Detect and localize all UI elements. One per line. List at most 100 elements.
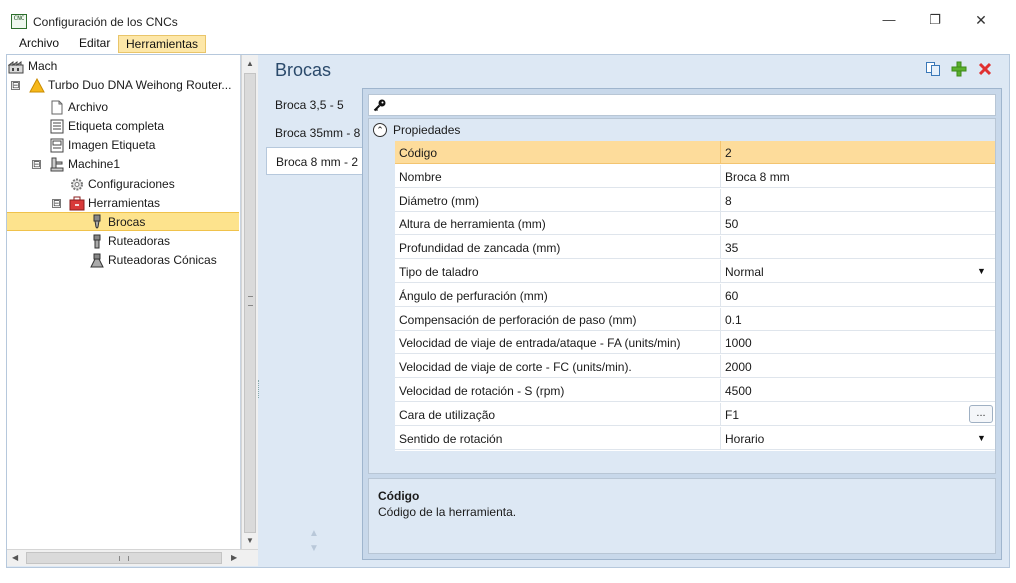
column-separator — [720, 331, 721, 355]
panel-splitter[interactable] — [258, 380, 261, 398]
property-name: Compensación de perforación de paso (mm) — [399, 312, 637, 327]
drill-bit-icon — [93, 214, 101, 229]
property-value[interactable]: 50 — [725, 217, 738, 231]
property-row-compensacion[interactable]: Compensación de perforación de paso (mm)… — [395, 307, 995, 331]
property-row-velocidad-entrada[interactable]: Velocidad de viaje de entrada/ataque - F… — [395, 331, 995, 355]
label-sheet-icon — [50, 119, 64, 134]
tree-item-label: Mach — [28, 59, 58, 73]
collapse-icon[interactable]: ⊟ — [32, 160, 41, 169]
tree-item-label: Herramientas — [88, 196, 161, 210]
column-separator — [720, 141, 721, 164]
dropdown-arrow-icon[interactable]: ▼ — [977, 433, 986, 443]
delete-icon[interactable] — [977, 61, 993, 77]
property-row-sentido-rotacion[interactable]: Sentido de rotación Horario ▼ — [395, 426, 995, 450]
tree-item-label: Configuraciones — [88, 177, 175, 191]
close-button[interactable]: ✕ — [958, 8, 1004, 32]
scroll-right-icon[interactable]: ▶ — [231, 553, 237, 562]
menu-bar: Archivo Editar Herramientas — [0, 34, 1016, 54]
scroll-thumb[interactable] — [26, 552, 222, 564]
property-value[interactable]: Normal — [725, 265, 764, 279]
tab-broca-3-5[interactable]: Broca 3,5 - 5 — [266, 91, 362, 119]
column-separator — [720, 283, 721, 307]
column-separator — [720, 260, 721, 283]
tab-broca-8mm[interactable]: Broca 8 mm - 2 — [266, 147, 364, 175]
tree-item-label: Machine1 — [68, 157, 121, 171]
category-header[interactable]: ⌃ Propiedades — [369, 119, 995, 141]
grip-icon — [248, 296, 253, 306]
property-row-velocidad-rotacion[interactable]: Velocidad de rotación - S (rpm) 4500 — [395, 379, 995, 402]
tabs-scroll-down-icon[interactable]: ▼ — [309, 543, 319, 554]
property-name: Diámetro (mm) — [399, 193, 479, 208]
tree-vertical-scrollbar[interactable]: ▲ ▼ — [241, 55, 258, 549]
property-value[interactable]: 0.1 — [725, 313, 742, 327]
property-value[interactable]: F1 — [725, 408, 739, 422]
property-row-nombre[interactable]: Nombre Broca 8 mm — [395, 164, 995, 188]
toolbox-icon — [69, 196, 85, 211]
property-search-input[interactable] — [391, 97, 991, 113]
column-separator — [720, 188, 721, 212]
tree-horizontal-scrollbar[interactable]: ◀ ▶ — [7, 549, 258, 566]
property-value[interactable]: 1000 — [725, 336, 752, 350]
maximize-button[interactable]: ❐ — [912, 8, 958, 32]
property-row-tipo-taladro[interactable]: Tipo de taladro Normal ▼ — [395, 260, 995, 283]
property-value[interactable]: 35 — [725, 241, 738, 255]
ellipsis-button[interactable]: ... — [969, 404, 993, 423]
column-separator — [720, 402, 721, 426]
property-value[interactable]: 8 — [725, 194, 732, 208]
property-value[interactable]: 4500 — [725, 384, 752, 398]
search-key-icon — [373, 99, 386, 112]
collapse-category-icon[interactable]: ⌃ — [373, 123, 387, 137]
tree-item-label: Brocas — [108, 215, 146, 229]
tab-broca-35mm[interactable]: Broca 35mm - 8 — [266, 119, 362, 147]
scroll-down-icon[interactable]: ▼ — [246, 536, 254, 545]
column-separator — [720, 212, 721, 236]
property-value[interactable]: Horario — [725, 432, 764, 446]
property-name: Velocidad de viaje de corte - FC (units/… — [399, 360, 632, 375]
property-value[interactable]: Broca 8 mm — [725, 170, 790, 184]
category-label: Propiedades — [393, 123, 461, 137]
tree-item-turbo-duo[interactable]: ⊟ Turbo Duo DNA Weihong Router... — [7, 76, 240, 95]
property-value[interactable]: 60 — [725, 289, 738, 303]
scroll-left-icon[interactable]: ◀ — [12, 553, 18, 562]
label-image-icon — [50, 138, 64, 153]
grid-empty-area — [369, 451, 995, 473]
column-separator — [720, 426, 721, 450]
menu-herramientas[interactable]: Herramientas — [118, 35, 207, 53]
copy-icon[interactable] — [925, 61, 941, 77]
property-name: Profundidad de zancada (mm) — [399, 241, 561, 256]
property-row-cara-utilizacao[interactable]: Cara de utilização F1 ... — [395, 402, 995, 426]
scroll-up-icon[interactable]: ▲ — [246, 59, 254, 68]
property-row-angulo[interactable]: Ángulo de perfuración (mm) 60 — [395, 283, 995, 307]
dropdown-arrow-icon[interactable]: ▼ — [977, 266, 986, 276]
collapse-icon[interactable]: ⊟ — [52, 199, 61, 208]
tree-item-label: Etiqueta completa — [68, 119, 165, 133]
property-name: Cara de utilização — [399, 407, 496, 422]
property-value[interactable]: 2000 — [725, 360, 752, 374]
description-title: Código — [378, 489, 420, 503]
title-bar: CNC Configuración de los CNCs — ❐ ✕ — [0, 0, 1016, 33]
tree-item-brocas[interactable]: Brocas — [7, 212, 239, 231]
description-text: Código de la herramienta. — [378, 505, 517, 519]
collapse-icon[interactable]: ⊟ — [11, 81, 20, 90]
menu-editar[interactable]: Editar — [72, 35, 117, 53]
property-value[interactable]: 2 — [725, 146, 732, 160]
column-separator — [720, 355, 721, 379]
machine-icon — [50, 157, 64, 172]
tree-item-label: Turbo Duo DNA Weihong Router... — [48, 78, 232, 92]
scroll-thumb[interactable] — [244, 73, 256, 533]
property-row-diametro[interactable]: Diámetro (mm) 8 — [395, 188, 995, 212]
warning-icon — [29, 78, 45, 93]
machine-tree: Mach ⊟ Turbo Duo DNA Weihong Router... A… — [7, 55, 241, 549]
app-cnc-icon: CNC — [11, 14, 27, 29]
minimize-button[interactable]: — — [866, 8, 912, 32]
property-name: Ángulo de perfuración (mm) — [399, 288, 548, 303]
add-icon[interactable] — [951, 61, 967, 77]
gear-icon — [71, 178, 83, 191]
property-row-altura[interactable]: Altura de herramienta (mm) 50 — [395, 212, 995, 236]
menu-archivo[interactable]: Archivo — [12, 35, 66, 53]
property-row-codigo[interactable]: Código 2 — [395, 141, 995, 164]
property-row-profundidad[interactable]: Profundidad de zancada (mm) 35 — [395, 236, 995, 260]
property-name: Velocidad de viaje de entrada/ataque - F… — [399, 336, 681, 351]
property-row-velocidad-corte[interactable]: Velocidad de viaje de corte - FC (units/… — [395, 355, 995, 379]
tabs-scroll-up-icon[interactable]: ▲ — [309, 528, 319, 539]
